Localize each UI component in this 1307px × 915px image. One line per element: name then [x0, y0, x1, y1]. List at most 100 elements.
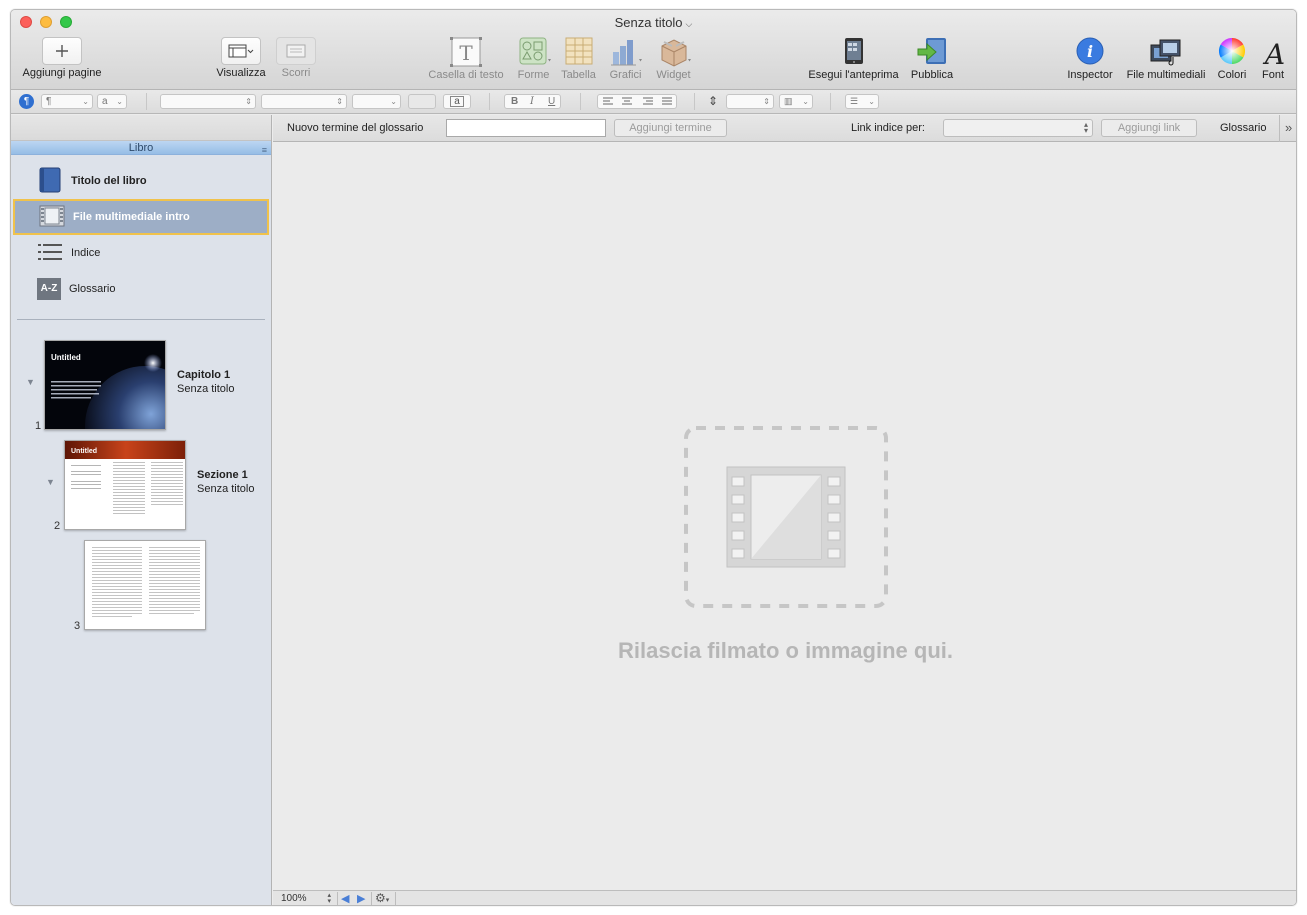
- sidebar-item-index[interactable]: Indice: [11, 235, 271, 271]
- colors-button[interactable]: Colori: [1211, 37, 1253, 81]
- inspector-button[interactable]: i Inspector: [1064, 37, 1116, 81]
- fonts-label: Font: [1261, 69, 1284, 81]
- page-thumbnail-row[interactable]: ▼ 1 Untitled Capitolo 1 Senza titolo: [11, 337, 272, 435]
- status-bar: 100% ▴ ▾ ◀ ▶ ⚙▾: [273, 890, 1296, 905]
- view-button[interactable]: Visualizza: [211, 37, 271, 79]
- app-window: Senza titolo ⌵ Aggiungi pagine Visualizza…: [10, 9, 1297, 906]
- page-thumbnail-row[interactable]: ▼ 2 Untitled Sezione 1 Senza titolo: [11, 437, 272, 535]
- font-icon: A: [1255, 37, 1295, 71]
- widget-label: Widget: [656, 69, 691, 81]
- zoom-popup[interactable]: 100% ▴ ▾: [281, 892, 331, 905]
- charts-button[interactable]: Grafici: [603, 37, 648, 81]
- toolbar: Senza titolo ⌵ Aggiungi pagine Visualizza…: [11, 10, 1296, 90]
- add-link-button[interactable]: Aggiungi link: [1101, 119, 1197, 137]
- menu-icon[interactable]: ≡: [262, 143, 267, 157]
- separator: [1279, 115, 1280, 142]
- add-term-button[interactable]: Aggiungi termine: [614, 119, 727, 137]
- italic-icon[interactable]: I: [530, 95, 534, 108]
- font-size-field[interactable]: ⌄: [352, 94, 401, 109]
- az-icon: A-Z: [37, 278, 61, 300]
- book-navigator: Libro ≡ Titolo del libro File multimedia…: [11, 115, 272, 905]
- columns-popup[interactable]: ▥ ⌄: [779, 94, 813, 109]
- thumbnail-title: Untitled: [51, 353, 81, 362]
- line-spacing-field[interactable]: ⇕: [726, 94, 774, 109]
- svg-text:T: T: [459, 41, 473, 65]
- font-family-popup[interactable]: ⇕: [160, 94, 256, 109]
- fonts-button[interactable]: A Font: [1255, 37, 1291, 81]
- film-placeholder-icon: [726, 466, 846, 568]
- svg-text:i: i: [1087, 42, 1093, 61]
- media-button[interactable]: File multimediali: [1121, 37, 1211, 81]
- svg-text:A: A: [1262, 38, 1285, 67]
- previous-page-icon[interactable]: ◀: [341, 892, 349, 905]
- text-color-well[interactable]: [408, 94, 436, 109]
- styles-drawer-icon[interactable]: ¶: [19, 94, 34, 109]
- index-link-select[interactable]: ▴ ▾: [943, 119, 1093, 137]
- page-thumbnail[interactable]: Untitled: [64, 440, 186, 530]
- separator: [694, 93, 695, 110]
- publish-button[interactable]: Pubblica: [906, 37, 958, 81]
- book-icon: [37, 167, 63, 196]
- disclosure-triangle-icon[interactable]: ▼: [26, 377, 35, 387]
- view-icon: [221, 37, 261, 65]
- chevron-down-icon: ⌄: [116, 97, 123, 106]
- media-drop-zone[interactable]: [683, 425, 889, 609]
- index-link-label: Link indice per:: [851, 122, 925, 134]
- disclosure-triangle-icon[interactable]: ▼: [46, 477, 55, 487]
- sidebar-item-glossary[interactable]: A-Z Glossario: [11, 271, 271, 307]
- updown-icon: ⇕: [245, 97, 252, 106]
- widget-button[interactable]: Widget: [651, 37, 696, 81]
- inspector-label: Inspector: [1067, 69, 1113, 81]
- separator: [371, 892, 372, 905]
- bullet-list-icon: ☰: [850, 96, 859, 106]
- separator: [337, 892, 338, 905]
- double-chevron-right-icon[interactable]: »: [1285, 120, 1292, 135]
- sidebar-item-label: Glossario: [69, 283, 116, 295]
- chevron-down-icon: ⌄: [802, 97, 809, 106]
- scroll-button[interactable]: Scorri: [271, 37, 321, 79]
- character-style-popup[interactable]: a ⌄: [97, 94, 127, 109]
- text-box-button[interactable]: T Casella di testo: [421, 37, 511, 81]
- list-style-popup[interactable]: ☰ ⌄: [845, 94, 879, 109]
- alignment-group: [597, 94, 677, 109]
- chevron-down-icon: ⌄: [82, 97, 89, 106]
- table-button[interactable]: Tabella: [556, 37, 601, 81]
- media-label: File multimediali: [1126, 69, 1206, 81]
- page-canvas[interactable]: Rilascia filmato o immagine qui.: [273, 143, 1296, 890]
- page-thumbnail-row[interactable]: 3: [11, 537, 272, 635]
- text-style-group: B I U: [504, 94, 561, 109]
- font-typeface-popup[interactable]: ⇕: [261, 94, 347, 109]
- gear-icon[interactable]: ⚙▾: [375, 891, 389, 905]
- separator: [580, 93, 581, 110]
- new-term-input[interactable]: [446, 119, 606, 137]
- updown-icon: ▴ ▾: [327, 892, 331, 905]
- next-page-icon[interactable]: ▶: [357, 892, 365, 905]
- preview-button[interactable]: Esegui l'anteprima: [801, 37, 906, 81]
- sidebar-item-book-title[interactable]: Titolo del libro: [11, 163, 271, 199]
- chevron-down-icon: ⌄: [868, 97, 875, 106]
- view-label: Visualizza: [216, 67, 266, 79]
- updown-icon: ▴ ▾: [1083, 120, 1088, 135]
- bold-icon[interactable]: B: [511, 95, 518, 108]
- updown-icon: ⇕: [336, 97, 343, 106]
- page-thumbnail[interactable]: Untitled: [44, 340, 166, 430]
- separator: [146, 93, 147, 110]
- section-title: Sezione 1 Senza titolo: [197, 469, 255, 495]
- columns-icon: ▥: [784, 96, 793, 106]
- chevron-down-icon: ⌵: [685, 19, 693, 29]
- widget-box-icon: [654, 37, 694, 67]
- text-box-icon: T: [446, 37, 486, 67]
- separator: [395, 892, 396, 905]
- chevron-down-icon: ⌄: [390, 97, 397, 106]
- paragraph-style-popup[interactable]: ¶ ⌄: [41, 94, 93, 109]
- sidebar-item-intro-media[interactable]: File multimediale intro: [13, 199, 269, 235]
- table-label: Tabella: [561, 69, 596, 81]
- underline-icon[interactable]: U: [548, 95, 555, 108]
- window-title[interactable]: Senza titolo ⌵: [11, 15, 1296, 30]
- highlight-color-well[interactable]: a: [443, 94, 471, 109]
- colors-label: Colori: [1217, 69, 1247, 81]
- shapes-button[interactable]: Forme: [511, 37, 556, 81]
- add-pages-button[interactable]: Aggiungi pagine: [17, 37, 107, 79]
- publish-label: Pubblica: [910, 69, 954, 81]
- page-thumbnail[interactable]: [84, 540, 206, 630]
